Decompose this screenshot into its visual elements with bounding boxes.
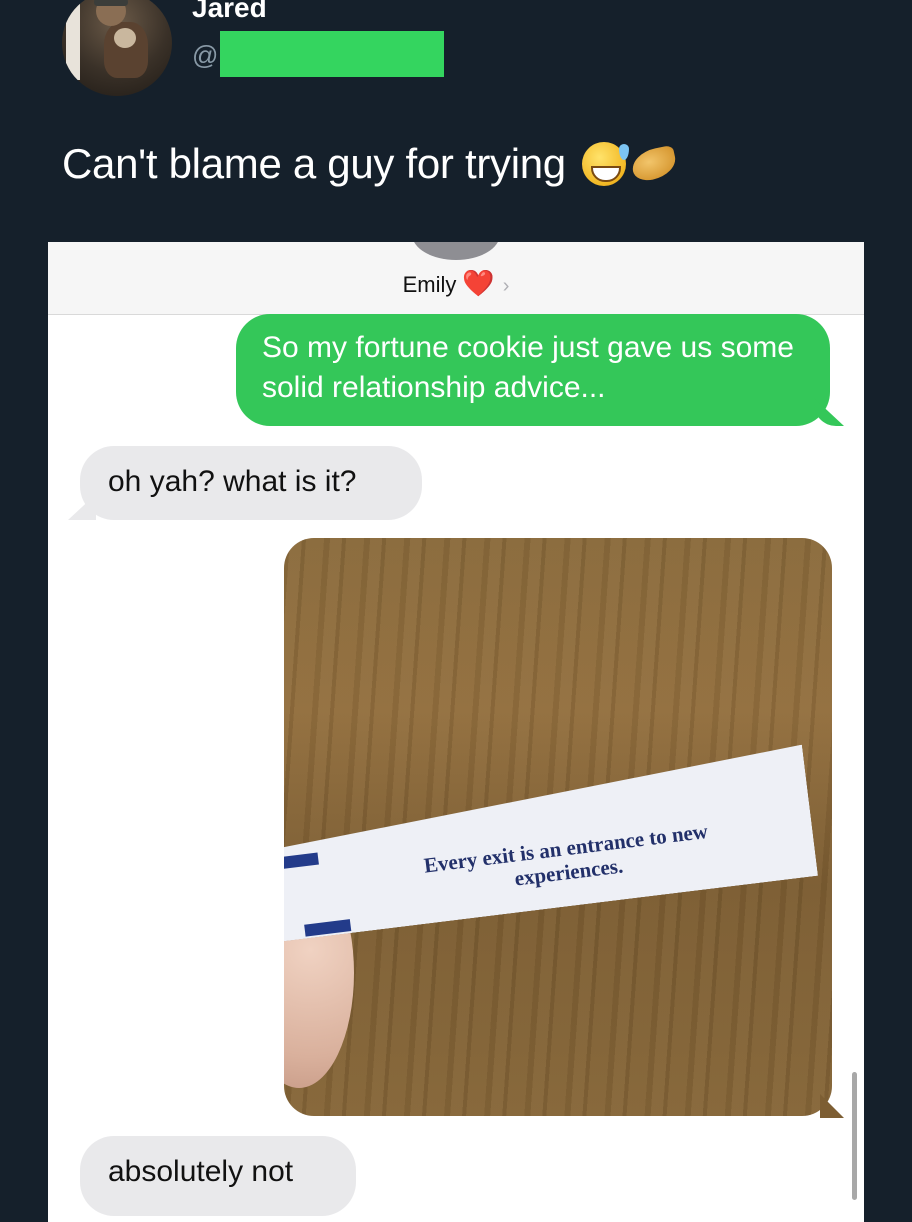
bubble-tail: [820, 1094, 844, 1118]
heart-icon: ❤️: [462, 268, 495, 298]
contact-name: Emily: [402, 272, 457, 297]
message-text: So my fortune cookie just gave us some s…: [262, 331, 794, 404]
slip-stripe: [284, 853, 319, 871]
author-name[interactable]: Jared: [192, 0, 267, 24]
message-bubble-received: oh yah? what is it?: [68, 446, 422, 520]
bubble-tail: [814, 398, 844, 426]
avatar[interactable]: [62, 0, 172, 96]
message-text: absolutely not: [108, 1155, 294, 1188]
tweet-text: Can't blame a guy for trying: [62, 140, 679, 188]
message-bubble-sent: So my fortune cookie just gave us some s…: [236, 314, 844, 426]
avatar-dog-face: [114, 28, 136, 48]
message-screenshot[interactable]: Emily ❤️ › So my fortune cookie just gave …: [48, 242, 864, 1222]
chevron-right-icon: ›: [502, 275, 510, 297]
message-photo: Every exit is an entrance to new experie…: [284, 538, 832, 1116]
message-bubble-received: absolutely not: [80, 1136, 356, 1216]
scrollbar[interactable]: [852, 1072, 857, 1200]
grinning-sweat-icon: [581, 142, 629, 186]
fortune-slip: Every exit is an entrance to new experie…: [284, 745, 818, 942]
conversation-header: Emily ❤️ ›: [48, 242, 864, 315]
contact-photo: [412, 242, 500, 260]
bubble-tail: [68, 494, 96, 520]
fortune-text: Every exit is an entrance to new experie…: [422, 818, 710, 891]
avatar-beanie: [94, 0, 128, 6]
author-handle-prefix: @: [192, 40, 219, 70]
handle-redaction: [220, 31, 444, 77]
fortune-cookie-icon: [629, 144, 679, 184]
tweet-text-content: Can't blame a guy for trying: [62, 140, 566, 187]
contact-row: Emily ❤️ ›: [48, 268, 864, 299]
avatar-background: [66, 0, 80, 80]
message-text: oh yah? what is it?: [108, 465, 357, 498]
